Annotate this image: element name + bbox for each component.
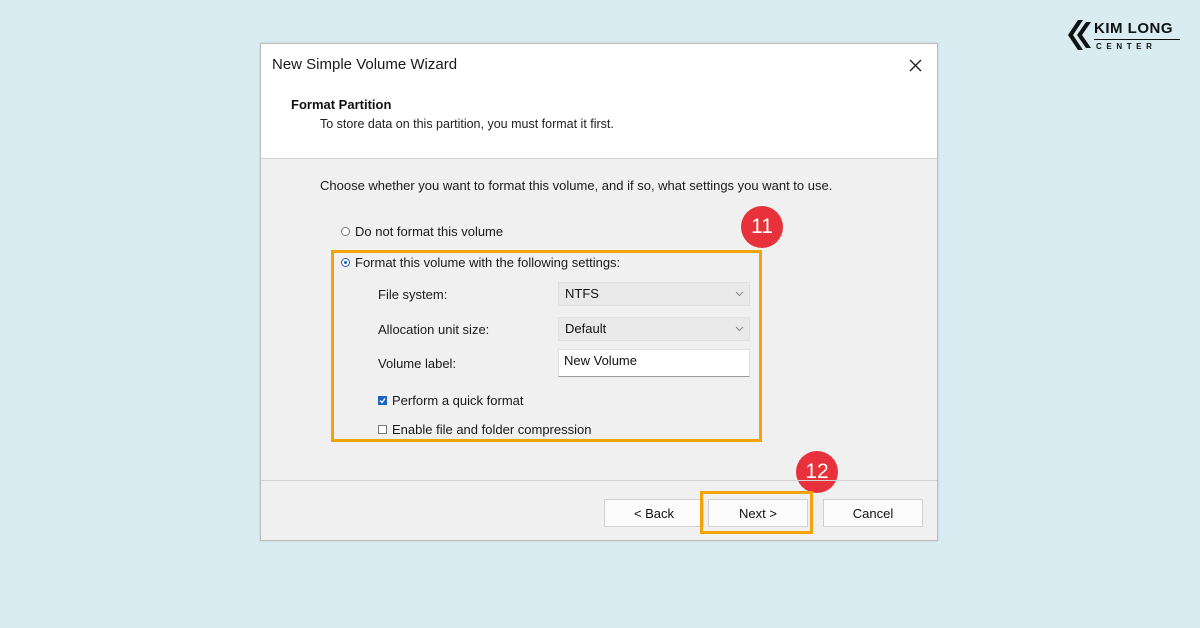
brand-subtitle: CENTER <box>1096 42 1157 51</box>
section-title: Format Partition <box>291 97 392 112</box>
radio-no-format-label: Do not format this volume <box>355 224 504 239</box>
radio-no-format[interactable]: Do not format this volume <box>341 224 503 239</box>
footer-divider <box>261 480 937 481</box>
next-button-highlight <box>700 491 813 534</box>
format-settings-highlight <box>331 250 762 442</box>
brand-logo: KIM LONG CENTER <box>1068 18 1184 54</box>
brand-logo-mark-icon <box>1068 20 1091 50</box>
step-badge-11: 11 <box>741 206 783 248</box>
instruction-text: Choose whether you want to format this v… <box>320 178 833 193</box>
step-badge-11-text: 11 <box>751 215 773 238</box>
dialog-title: New Simple Volume Wizard <box>272 56 458 73</box>
cancel-button[interactable]: Cancel <box>823 499 923 527</box>
step-badge-12: 12 <box>796 451 838 493</box>
brand-name: KIM LONG <box>1094 20 1173 37</box>
close-icon <box>909 59 921 71</box>
wizard-header: New Simple Volume Wizard Format Partitio… <box>261 44 937 159</box>
back-button[interactable]: < Back <box>604 499 704 527</box>
wizard-dialog: New Simple Volume Wizard Format Partitio… <box>260 43 938 541</box>
radio-no-format-indicator[interactable] <box>341 227 350 236</box>
brand-divider <box>1094 39 1180 40</box>
close-button[interactable] <box>897 50 933 80</box>
section-description: To store data on this partition, you mus… <box>320 117 614 131</box>
